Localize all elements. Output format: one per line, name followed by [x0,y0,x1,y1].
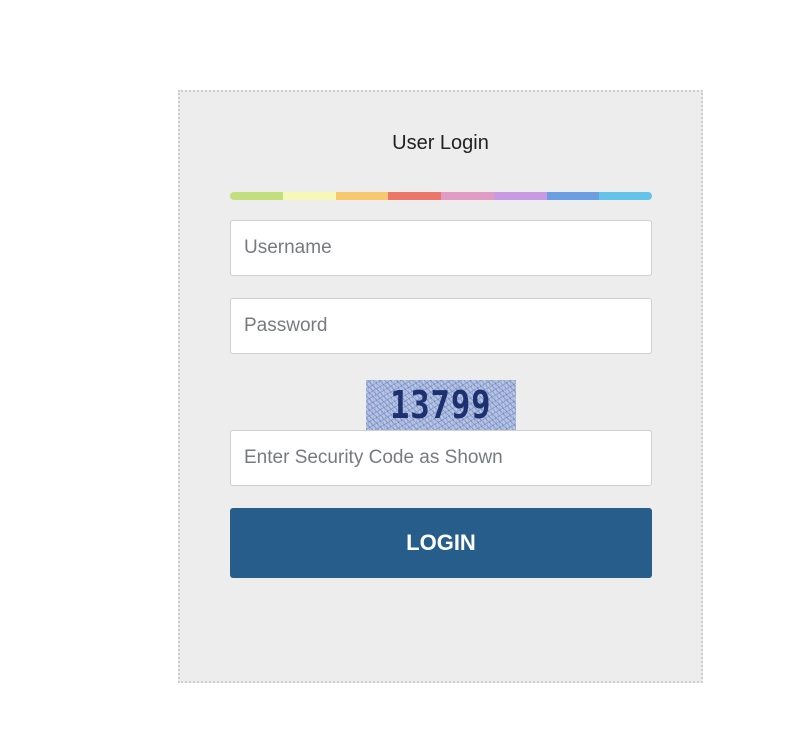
login-title: User Login [392,132,489,154]
color-bar-segment [230,192,283,200]
color-bar-segment [546,192,600,200]
page: User Login 13799 LOGIN [0,0,812,730]
username-input[interactable] [230,220,652,276]
login-button[interactable]: LOGIN [230,508,652,578]
color-bar-segment [493,192,547,200]
password-input[interactable] [230,298,652,354]
captcha-code: 13799 [390,383,492,427]
security-code-input[interactable] [230,430,652,486]
login-panel: User Login 13799 LOGIN [178,90,703,683]
color-bar-segment [335,192,389,200]
color-bar-segment [388,192,441,200]
decorative-color-bar [230,192,652,200]
color-bar-segment [599,192,652,200]
color-bar-segment [282,192,336,200]
captcha-image[interactable]: 13799 [366,380,516,430]
color-bar-segment [441,192,494,200]
